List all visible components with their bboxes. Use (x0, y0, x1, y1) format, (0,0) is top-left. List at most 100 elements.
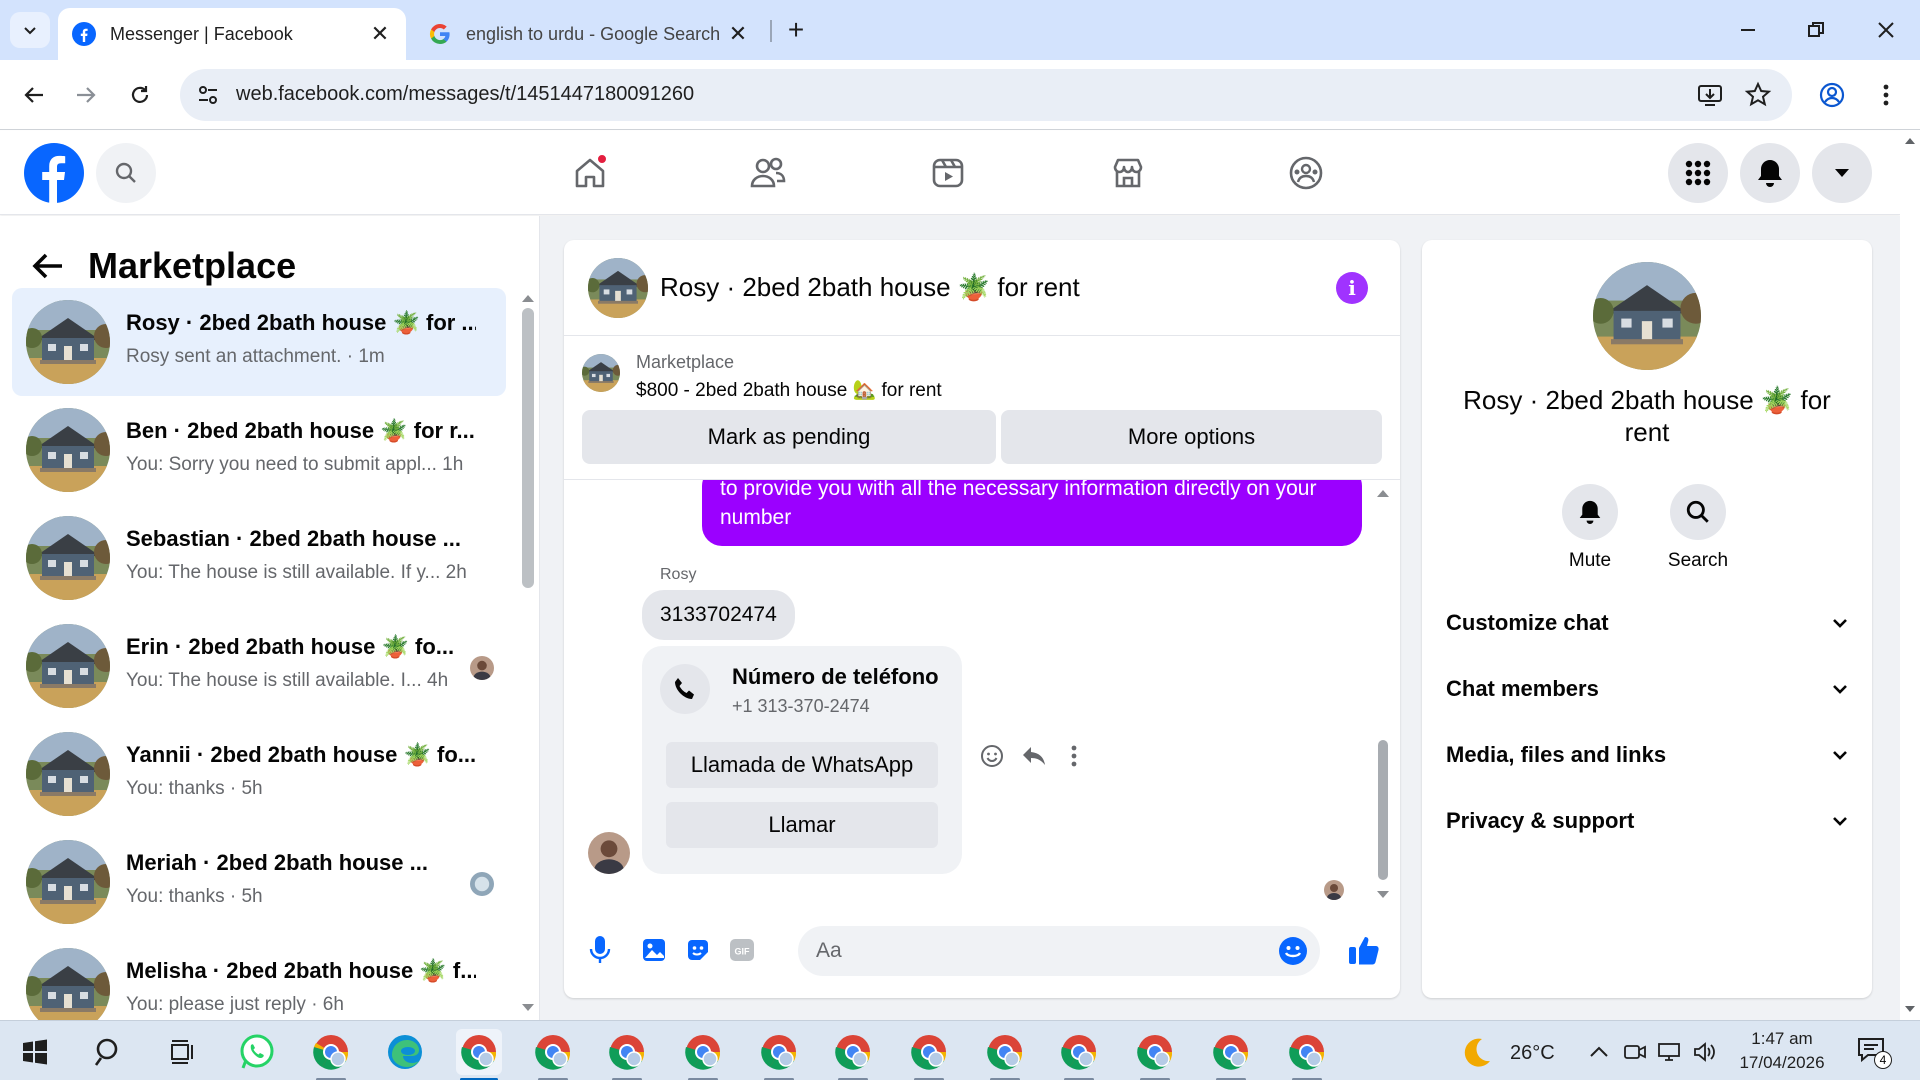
task-view-button[interactable] (160, 1029, 206, 1075)
message-input[interactable] (816, 926, 1256, 976)
incoming-message[interactable]: 3133702474 (642, 590, 795, 640)
close-tab-icon[interactable]: ✕ (726, 21, 750, 46)
voice-clip-icon[interactable] (582, 932, 618, 968)
forward-button[interactable] (68, 77, 104, 113)
outgoing-message[interactable]: to provide you with all the necessary in… (702, 480, 1362, 546)
like-icon[interactable] (1346, 932, 1382, 968)
chrome-app[interactable] (982, 1029, 1028, 1080)
attach-photo-icon[interactable] (636, 932, 672, 968)
page-scroll-down-icon[interactable] (1904, 1005, 1916, 1013)
reply-icon[interactable] (1020, 742, 1048, 770)
tab-messenger[interactable]: Messenger | Facebook ✕ (58, 8, 406, 60)
more-options-button[interactable]: More options (1001, 410, 1382, 464)
nav-marketplace[interactable] (1104, 149, 1152, 197)
section-media-files-links[interactable]: Media, files and links (1446, 730, 1848, 780)
chrome-app[interactable] (530, 1029, 576, 1080)
volume-icon[interactable] (1692, 1039, 1718, 1065)
show-hidden-icons[interactable] (1586, 1039, 1612, 1065)
start-button[interactable] (12, 1029, 58, 1075)
chat-scroll-up-icon[interactable] (1376, 488, 1390, 498)
nav-groups[interactable] (1282, 149, 1330, 197)
taskbar-search[interactable] (86, 1029, 132, 1075)
whatsapp-call-button[interactable]: Llamada de WhatsApp (666, 742, 938, 788)
chrome-app[interactable] (308, 1029, 354, 1080)
mute-button[interactable]: Mute (1550, 484, 1630, 572)
close-window-button[interactable] (1866, 14, 1906, 46)
conversation-item[interactable]: Erin · 2bed 2bath house 🪴 fo... You: The… (12, 612, 506, 720)
scroll-up-arrow-icon[interactable] (520, 292, 536, 304)
restore-button[interactable] (1796, 14, 1836, 46)
tab-search-dropdown[interactable] (10, 12, 50, 48)
chrome-app[interactable] (1132, 1029, 1178, 1080)
mark-as-pending-button[interactable]: Mark as pending (582, 410, 996, 464)
bookmark-star-icon[interactable] (1744, 81, 1772, 109)
menu-button[interactable] (1668, 143, 1728, 203)
back-arrow-icon[interactable] (28, 246, 68, 286)
notifications-button[interactable] (1740, 143, 1800, 203)
chrome-app[interactable] (1208, 1029, 1254, 1080)
chrome-app[interactable] (756, 1029, 802, 1080)
profile-avatar[interactable] (1593, 262, 1701, 370)
info-icon[interactable]: i (1336, 272, 1368, 304)
conversation-preview: Rosy sent an attachment. · 1m (126, 346, 385, 367)
browser-menu-button[interactable] (1868, 77, 1904, 113)
system-clock[interactable]: 1:47 am 17/04/2026 (1730, 1027, 1834, 1075)
chat-title[interactable]: Rosy · 2bed 2bath house 🪴 for rent (660, 272, 1080, 303)
chrome-app[interactable] (1056, 1029, 1102, 1080)
new-tab-button[interactable]: + (780, 14, 812, 46)
sticker-icon[interactable] (680, 932, 716, 968)
conversation-item[interactable]: Yannii · 2bed 2bath house 🪴 fo... You: t… (12, 720, 506, 828)
network-icon[interactable] (1656, 1039, 1682, 1065)
meet-now-icon[interactable] (1622, 1039, 1648, 1065)
call-button[interactable]: Llamar (666, 802, 938, 848)
conversation-item[interactable]: Sebastian · 2bed 2bath house ... You: Th… (12, 504, 506, 612)
account-button[interactable] (1812, 143, 1872, 203)
conversation-item[interactable]: Rosy · 2bed 2bath house 🪴 for ... Rosy s… (12, 288, 506, 396)
edge-app[interactable] (382, 1029, 428, 1075)
scroll-down-arrow-icon[interactable] (520, 1002, 536, 1014)
chrome-app[interactable] (830, 1029, 876, 1080)
profile-button[interactable] (1814, 77, 1850, 113)
nav-friends[interactable] (744, 149, 792, 197)
tab-google-search[interactable]: english to urdu - Google Search ✕ (414, 8, 764, 60)
avatar[interactable] (588, 258, 648, 318)
listing-thumbnail[interactable] (582, 354, 620, 392)
conversation-info-panel: Rosy · 2bed 2bath house 🪴 for rent Mute … (1422, 240, 1872, 998)
nav-home[interactable] (566, 149, 614, 197)
weather-widget[interactable]: 26°C (1458, 1035, 1555, 1071)
chevron-down-icon (1833, 685, 1847, 694)
conversation-item[interactable]: Ben · 2bed 2bath house 🪴 for r... You: S… (12, 396, 506, 504)
chrome-app[interactable] (1284, 1029, 1330, 1080)
close-tab-icon[interactable]: ✕ (368, 21, 392, 46)
whatsapp-app[interactable] (234, 1029, 280, 1075)
search-in-conversation-button[interactable]: Search (1658, 484, 1738, 572)
chrome-app[interactable] (604, 1029, 650, 1080)
react-emoji-icon[interactable] (978, 742, 1006, 770)
notification-center-button[interactable]: 4 (1856, 1035, 1892, 1069)
address-bar[interactable]: web.facebook.com/messages/t/145144718009… (180, 69, 1792, 121)
minimize-button[interactable] (1728, 14, 1768, 46)
conversation-item[interactable]: Meriah · 2bed 2bath house ... You: thank… (12, 828, 506, 936)
back-button[interactable] (16, 77, 52, 113)
section-chat-members[interactable]: Chat members (1446, 664, 1848, 714)
section-customize-chat[interactable]: Customize chat (1446, 598, 1848, 648)
chat-scroll-down-icon[interactable] (1376, 890, 1390, 900)
reload-button[interactable] (122, 77, 158, 113)
listing-title[interactable]: $800 - 2bed 2bath house 🏡 for rent (636, 378, 942, 402)
conversation-scrollbar[interactable] (522, 308, 534, 588)
page-scroll-up-icon[interactable] (1904, 137, 1916, 145)
facebook-logo-icon[interactable] (24, 143, 84, 203)
chrome-app[interactable] (680, 1029, 726, 1080)
chrome-app[interactable] (906, 1029, 952, 1080)
section-privacy-support[interactable]: Privacy & support (1446, 796, 1848, 846)
conversation-name: Rosy · 2bed 2bath house 🪴 for ... (126, 310, 476, 335)
more-actions-icon[interactable] (1060, 742, 1088, 770)
install-app-icon[interactable] (1696, 81, 1724, 109)
chrome-app[interactable] (456, 1029, 502, 1080)
chat-scrollbar[interactable] (1378, 740, 1388, 880)
nav-video[interactable] (924, 149, 972, 197)
facebook-search-button[interactable] (96, 143, 156, 203)
page-scrollbar[interactable] (1900, 131, 1920, 1020)
gif-icon[interactable]: GIF (724, 932, 760, 968)
emoji-icon[interactable] (1278, 936, 1308, 966)
